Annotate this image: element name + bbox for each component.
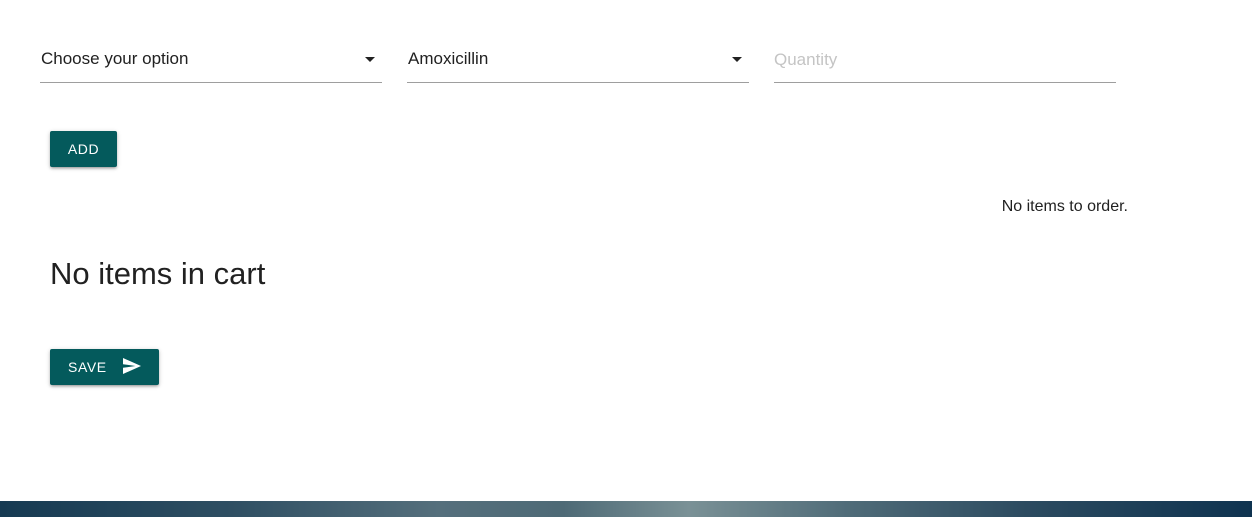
save-button-label: SAVE — [68, 359, 107, 375]
cart-empty-heading: No items in cart — [50, 256, 266, 291]
empty-order-message: No items to order. — [1001, 198, 1128, 215]
option-select-value: Choose your option — [41, 49, 189, 68]
drug-select[interactable]: Amoxicillin — [407, 40, 749, 83]
quantity-input[interactable] — [774, 40, 1116, 83]
footer-bar — [0, 501, 1252, 517]
caret-down-icon — [365, 57, 375, 62]
send-icon — [123, 358, 141, 374]
save-button[interactable]: SAVE — [50, 349, 159, 385]
drug-select-value: Amoxicillin — [408, 49, 489, 68]
option-select[interactable]: Choose your option — [40, 40, 382, 83]
add-button[interactable]: ADD — [50, 131, 117, 167]
caret-down-icon — [732, 57, 742, 62]
add-button-label: ADD — [67, 141, 100, 157]
